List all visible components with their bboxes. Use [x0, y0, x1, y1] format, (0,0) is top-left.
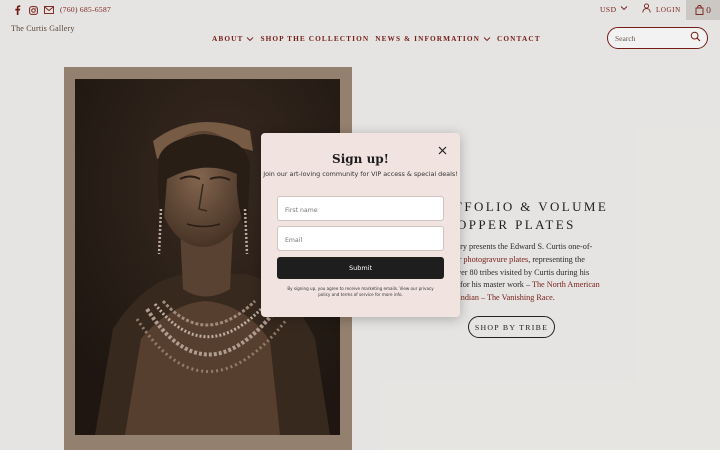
- legal-disclaimer: By signing up, you agree to receive mark…: [287, 286, 434, 298]
- first-name-field-wrapper: [277, 196, 444, 222]
- signup-modal: Sign up! Join our art-loving community f…: [261, 133, 460, 317]
- first-name-field[interactable]: [278, 199, 443, 222]
- email-field[interactable]: [278, 229, 443, 252]
- submit-button[interactable]: Submit: [277, 257, 444, 279]
- modal-subtitle: Join our art-loving community for VIP ac…: [263, 170, 458, 178]
- modal-title: Sign up!: [332, 152, 389, 166]
- email-field-wrapper: [277, 226, 444, 252]
